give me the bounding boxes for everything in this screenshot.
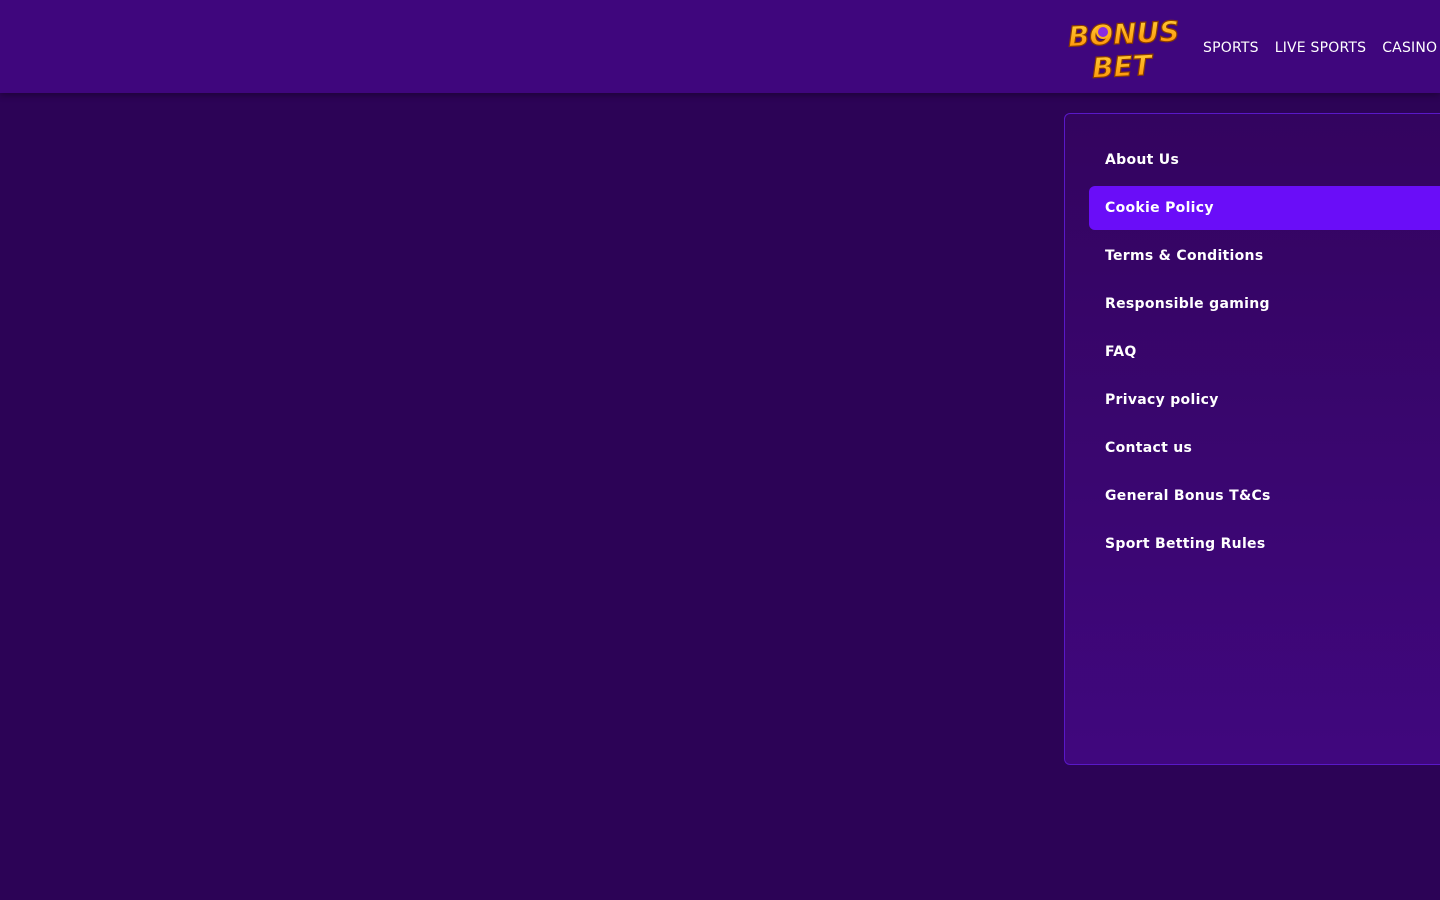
info-menu: About Us Cookie Policy Terms & Condition… xyxy=(1089,138,1440,570)
menu-item-general-bonus-tcs[interactable]: General Bonus T&Cs xyxy=(1089,474,1440,518)
bonus-bet-logo[interactable]: BONUS BET xyxy=(1066,14,1180,80)
nav-sports[interactable]: SPORTS xyxy=(1195,40,1267,56)
menu-item-faq[interactable]: FAQ xyxy=(1089,330,1440,374)
menu-item-terms-conditions[interactable]: Terms & Conditions xyxy=(1089,234,1440,278)
top-header: BONUS BET SPORTS LIVE SPORTS CASINO xyxy=(0,0,1440,93)
menu-item-privacy-policy[interactable]: Privacy policy xyxy=(1089,378,1440,422)
logo-line2: BET xyxy=(1091,49,1154,80)
logo-graphic: BONUS BET xyxy=(1067,14,1180,80)
main-nav: SPORTS LIVE SPORTS CASINO xyxy=(1195,37,1440,59)
menu-item-contact-us[interactable]: Contact us xyxy=(1089,426,1440,470)
menu-item-sport-betting-rules[interactable]: Sport Betting Rules xyxy=(1089,522,1440,566)
info-menu-panel: About Us Cookie Policy Terms & Condition… xyxy=(1064,113,1440,765)
menu-item-cookie-policy[interactable]: Cookie Policy xyxy=(1089,186,1440,230)
nav-live-sports[interactable]: LIVE SPORTS xyxy=(1267,40,1375,56)
menu-item-about-us[interactable]: About Us xyxy=(1089,138,1440,182)
nav-casino[interactable]: CASINO xyxy=(1374,40,1440,56)
menu-item-responsible-gaming[interactable]: Responsible gaming xyxy=(1089,282,1440,326)
logo-line1: BONUS xyxy=(1067,15,1180,54)
logo-donut-icon xyxy=(1096,25,1110,39)
